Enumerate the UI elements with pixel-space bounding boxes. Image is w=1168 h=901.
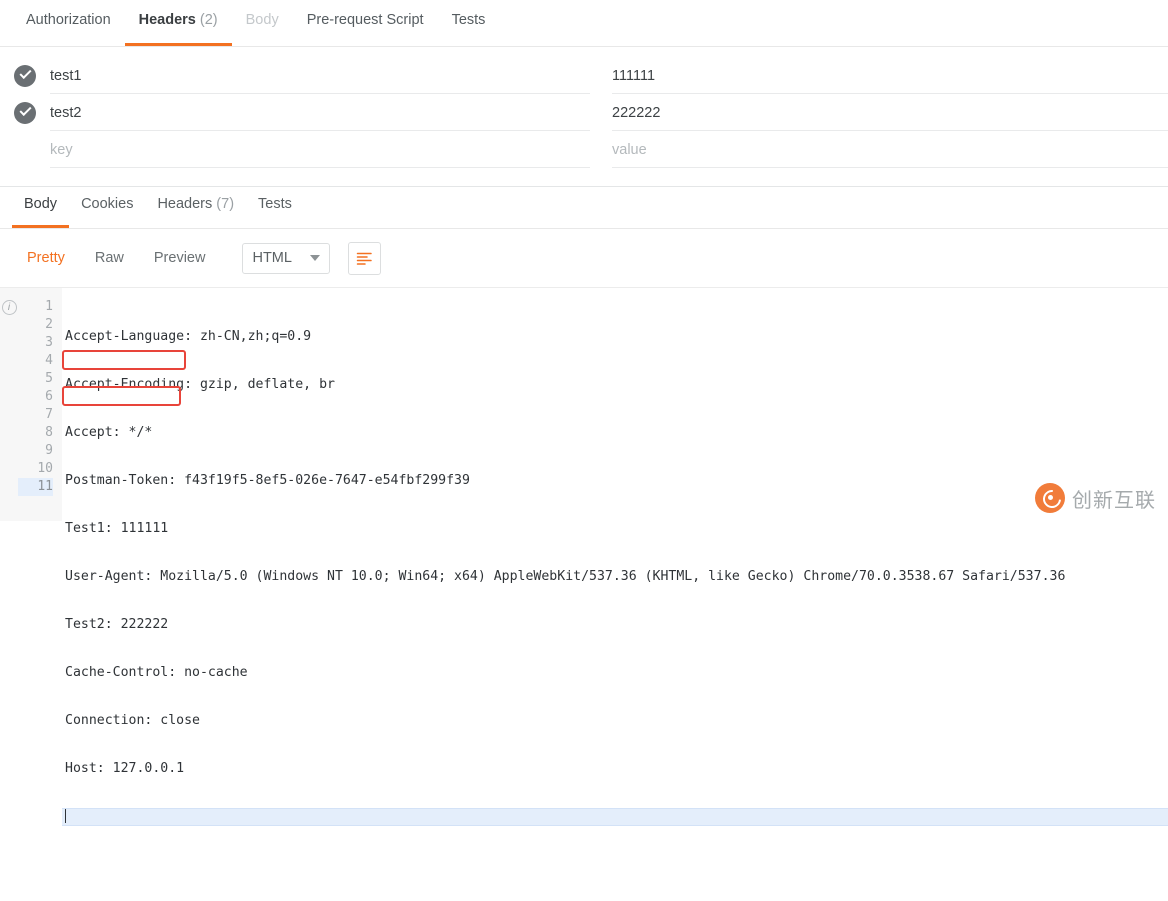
response-tab-headers-label: Headers	[157, 196, 213, 212]
view-mode-raw[interactable]: Raw	[80, 243, 139, 273]
response-tab-cookies-label: Cookies	[81, 196, 134, 212]
code-text[interactable]: Accept-Language: zh-CN,zh;q=0.9 Accept-E…	[62, 288, 1168, 826]
watermark: 创新互联	[1035, 483, 1156, 513]
code-info-gutter: i	[0, 288, 18, 521]
response-tab-bar: Body Cookies Headers (7) Tests	[0, 187, 1168, 229]
tab-pre-request-script[interactable]: Pre-request Script	[293, 0, 438, 46]
annotation-box-test1	[62, 350, 186, 370]
word-wrap-icon	[357, 252, 373, 265]
response-tab-body[interactable]: Body	[12, 184, 70, 228]
line-number: 3	[45, 335, 53, 350]
code-line: User-Agent: Mozilla/5.0 (Windows NT 10.0…	[65, 569, 1066, 584]
line-number: 6	[45, 389, 53, 404]
tab-headers-count: (2)	[199, 12, 218, 28]
view-mode-preview-label: Preview	[153, 250, 206, 266]
header-value-input[interactable]: 222222	[612, 95, 1168, 131]
line-number-current: 11	[18, 478, 53, 496]
new-header-key-input[interactable]: key	[50, 132, 590, 168]
response-tab-headers-count: (7)	[216, 196, 235, 212]
code-line: Connection: close	[65, 713, 200, 728]
line-number: 9	[45, 443, 53, 458]
view-mode-preview[interactable]: Preview	[139, 243, 221, 273]
line-number: 10	[37, 461, 53, 476]
view-mode-group: Pretty Raw Preview	[12, 243, 220, 273]
tab-body[interactable]: Body	[232, 0, 293, 46]
tab-tests-label: Tests	[451, 12, 486, 28]
code-line-current	[62, 808, 1168, 826]
tab-tests[interactable]: Tests	[438, 0, 500, 46]
code-line-test2: Test2: 222222	[65, 617, 169, 632]
header-row: test2 222222	[0, 94, 1168, 131]
view-mode-pretty-label: Pretty	[27, 250, 65, 266]
new-header-value-input[interactable]: value	[612, 132, 1168, 168]
watermark-text: 创新互联	[1072, 489, 1156, 512]
tab-headers-label: Headers	[138, 12, 196, 28]
response-viewer-toolbar: Pretty Raw Preview HTML	[0, 229, 1168, 287]
tab-pre-request-script-label: Pre-request Script	[306, 12, 424, 28]
view-mode-raw-label: Raw	[94, 250, 124, 266]
response-tab-cookies[interactable]: Cookies	[69, 184, 145, 228]
info-icon[interactable]: i	[1, 300, 17, 315]
header-row: test1 111111	[0, 57, 1168, 94]
code-line: Accept-Language: zh-CN,zh;q=0.9	[65, 329, 312, 344]
brand-logo-icon	[1035, 483, 1065, 513]
header-value-input[interactable]: 111111	[612, 58, 1168, 94]
response-tab-body-label: Body	[24, 196, 58, 212]
response-tab-tests-label: Tests	[258, 196, 292, 212]
word-wrap-button[interactable]	[348, 241, 382, 275]
text-caret	[65, 809, 66, 823]
request-tab-bar: Authorization Headers (2) Body Pre-reque…	[0, 0, 1168, 47]
header-row-enabled-toggle[interactable]	[0, 64, 50, 87]
tab-authorization[interactable]: Authorization	[12, 0, 125, 46]
code-line-test1: Test1: 111111	[65, 521, 169, 536]
tab-authorization-label: Authorization	[26, 12, 111, 28]
line-number: 8	[45, 425, 53, 440]
code-line: Accept-Encoding: gzip, deflate, br	[65, 377, 335, 392]
tab-headers[interactable]: Headers (2)	[124, 0, 232, 46]
code-line-number-gutter: 1 2 3 4 5 6 7 8 9 10 11	[18, 288, 62, 521]
code-line: Cache-Control: no-cache	[65, 665, 248, 680]
response-body-code-area: i 1 2 3 4 5 6 7 8 9 10 11 Accept-Languag…	[0, 287, 1168, 826]
chevron-down-icon	[310, 255, 321, 261]
format-select[interactable]: HTML	[242, 242, 331, 274]
format-select-value: HTML	[252, 250, 292, 266]
code-line: Host: 127.0.0.1	[65, 761, 185, 776]
line-number: 1	[45, 299, 53, 314]
code-line: Accept: */*	[65, 425, 153, 440]
header-row-new: key value	[0, 131, 1168, 168]
line-number: 2	[45, 317, 53, 332]
check-icon[interactable]	[14, 64, 36, 87]
response-tab-headers[interactable]: Headers (7)	[145, 184, 246, 228]
code-line: Postman-Token: f43f19f5-8ef5-026e-7647-e…	[65, 473, 470, 488]
line-number: 5	[45, 371, 53, 386]
view-mode-pretty[interactable]: Pretty	[12, 243, 80, 273]
header-key-input[interactable]: test1	[50, 58, 590, 94]
header-row-enabled-toggle[interactable]	[0, 101, 50, 124]
header-key-input[interactable]: test2	[50, 95, 590, 131]
headers-editor: test1 111111 test2 222222 key value	[0, 47, 1168, 168]
line-number: 7	[45, 407, 53, 422]
tab-body-label: Body	[245, 12, 279, 28]
check-icon[interactable]	[14, 101, 36, 124]
response-tab-tests[interactable]: Tests	[246, 184, 304, 228]
line-number: 4	[45, 353, 53, 368]
